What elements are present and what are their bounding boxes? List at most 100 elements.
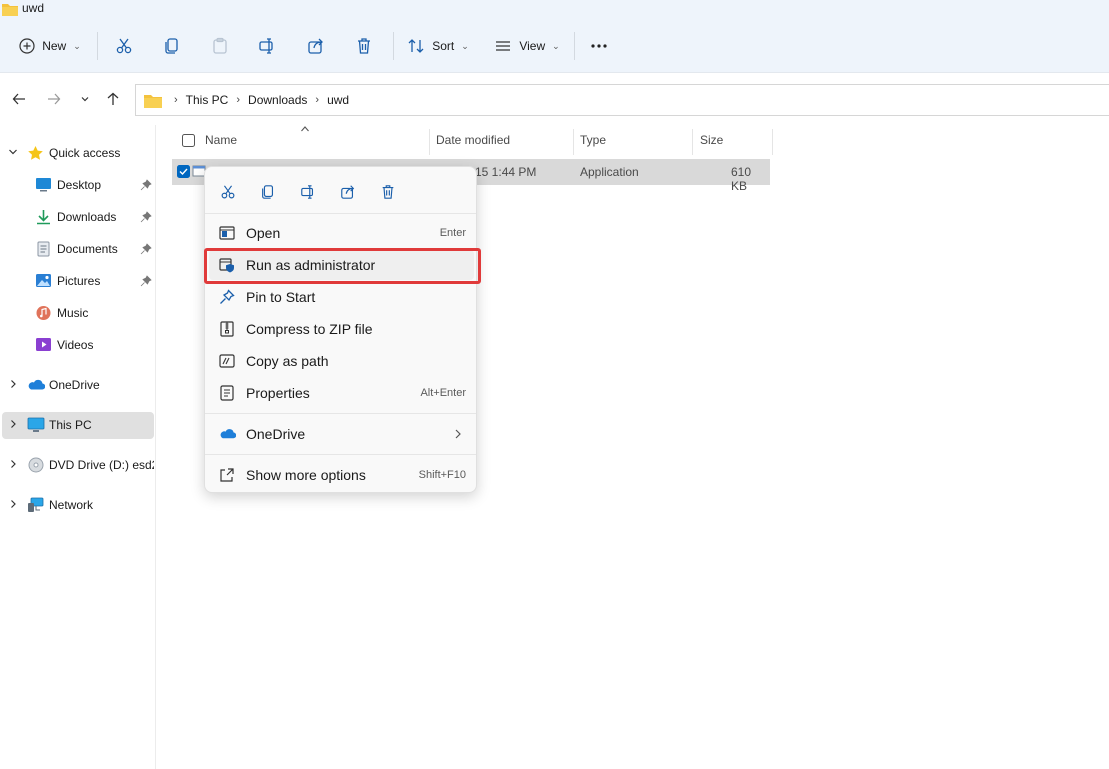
menu-item-pin-to-start[interactable]: Pin to Start [209,282,474,312]
breadcrumb-uwd[interactable]: uwd [327,93,349,107]
column-header-date-modified[interactable]: Date modified [436,133,510,147]
context-menu: Open Enter Run as administrator Pin to S… [204,166,477,493]
cut-icon [220,184,236,200]
chevron-right-icon[interactable] [8,459,18,469]
sidebar-item-documents[interactable]: Documents [2,236,154,263]
expand-icon [219,467,235,483]
pin-icon [140,275,152,287]
desktop-icon [35,177,52,192]
delete-icon [380,184,396,200]
open-icon [219,225,235,241]
menu-item-run-as-administrator[interactable]: Run as administrator [209,250,474,280]
view-button[interactable]: View ⌄ [490,30,564,62]
menu-item-show-more-options[interactable]: Show more options Shift+F10 [209,460,474,490]
cut-button[interactable] [110,30,138,62]
chevron-right-icon[interactable] [8,499,18,509]
delete-button[interactable] [350,30,378,62]
menu-item-label: Properties [246,385,310,401]
chevron-down-icon[interactable] [8,147,18,157]
menu-item-label: OneDrive [246,426,306,442]
sidebar-item-quick-access[interactable]: Quick access [2,140,154,167]
navigation-pane: Quick access Desktop Downloads Documents [0,125,156,769]
sidebar-item-network[interactable]: Network [2,492,154,519]
pictures-icon [35,273,52,288]
menu-item-label: Copy as path [246,353,329,369]
sidebar-label: Downloads [57,210,117,224]
sidebar-label: This PC [49,418,92,432]
arrow-up-icon [106,92,120,106]
column-header-type[interactable]: Type [580,133,606,147]
chevron-down-icon: ⌄ [461,40,469,51]
sidebar-item-onedrive[interactable]: OneDrive [2,372,154,399]
column-divider[interactable] [573,129,574,155]
sort-button[interactable]: Sort ⌄ [402,30,474,62]
shield-icon [219,257,235,273]
menu-item-compress-zip[interactable]: Compress to ZIP file [209,314,474,344]
sidebar-item-videos[interactable]: Videos [2,332,154,359]
pin-icon [140,243,152,255]
sidebar-label: Music [57,306,89,320]
sidebar-label: Quick access [49,146,121,160]
divider [97,32,98,60]
select-all-checkbox[interactable] [182,134,195,147]
star-icon [27,145,44,161]
breadcrumb-this-pc[interactable]: This PC [186,93,229,107]
computer-icon [27,417,45,433]
column-divider[interactable] [429,129,430,155]
sidebar-item-downloads[interactable]: Downloads [2,204,154,231]
sidebar-item-music[interactable]: Music [2,300,154,327]
chevron-right-icon[interactable] [8,379,18,389]
context-cut-button[interactable] [215,179,241,205]
context-copy-button[interactable] [255,179,281,205]
chevron-right-icon: › [315,94,320,106]
window-title: uwd [22,1,45,15]
menu-item-properties[interactable]: Properties Alt+Enter [209,378,474,408]
menu-item-copy-as-path[interactable]: Copy as path [209,346,474,376]
column-divider[interactable] [772,129,773,155]
chevron-right-icon[interactable] [8,419,18,429]
menu-item-shortcut: Enter [439,227,466,239]
onedrive-icon [219,428,236,439]
share-icon [307,37,325,55]
view-icon [494,37,512,55]
breadcrumb-downloads[interactable]: Downloads [248,93,307,107]
file-size: 610 KB [731,165,752,193]
column-header-name[interactable]: Name [205,133,237,147]
share-button[interactable] [302,30,330,62]
sidebar-item-this-pc[interactable]: This PC [2,412,154,439]
new-label: New [42,39,67,53]
chevron-right-icon [454,429,462,439]
context-rename-button[interactable] [295,179,321,205]
sidebar-item-desktop[interactable]: Desktop [2,172,154,199]
context-share-button[interactable] [335,179,361,205]
menu-divider [205,454,476,455]
sidebar-label: Desktop [57,178,102,192]
more-button[interactable] [585,30,613,62]
back-button[interactable] [8,88,30,110]
copy-icon [260,184,276,200]
column-divider[interactable] [692,129,693,155]
title-bar: uwd [0,0,1109,18]
sidebar-item-pictures[interactable]: Pictures [2,268,154,295]
column-header-size[interactable]: Size [700,133,723,147]
menu-item-open[interactable]: Open Enter [209,218,474,248]
pin-icon [140,179,152,191]
properties-icon [219,385,235,401]
arrow-right-icon [47,92,61,106]
copy-button[interactable] [158,30,186,62]
forward-button[interactable] [43,88,65,110]
recent-locations-button[interactable] [74,88,96,110]
menu-item-label: Open [246,225,281,241]
view-label: View [519,39,546,53]
new-button[interactable]: New ⌄ [12,30,88,62]
up-button[interactable] [102,88,124,110]
rename-button[interactable] [253,30,281,62]
menu-item-onedrive[interactable]: OneDrive [209,419,474,449]
address-bar[interactable]: › This PC › Downloads › uwd [135,84,1109,116]
folder-icon [144,93,162,108]
row-checkbox[interactable] [177,165,190,178]
sidebar-item-dvd-drive[interactable]: DVD Drive (D:) esd2i [2,452,154,479]
paste-button[interactable] [206,30,234,62]
copy-path-icon [219,353,235,369]
context-delete-button[interactable] [375,179,401,205]
